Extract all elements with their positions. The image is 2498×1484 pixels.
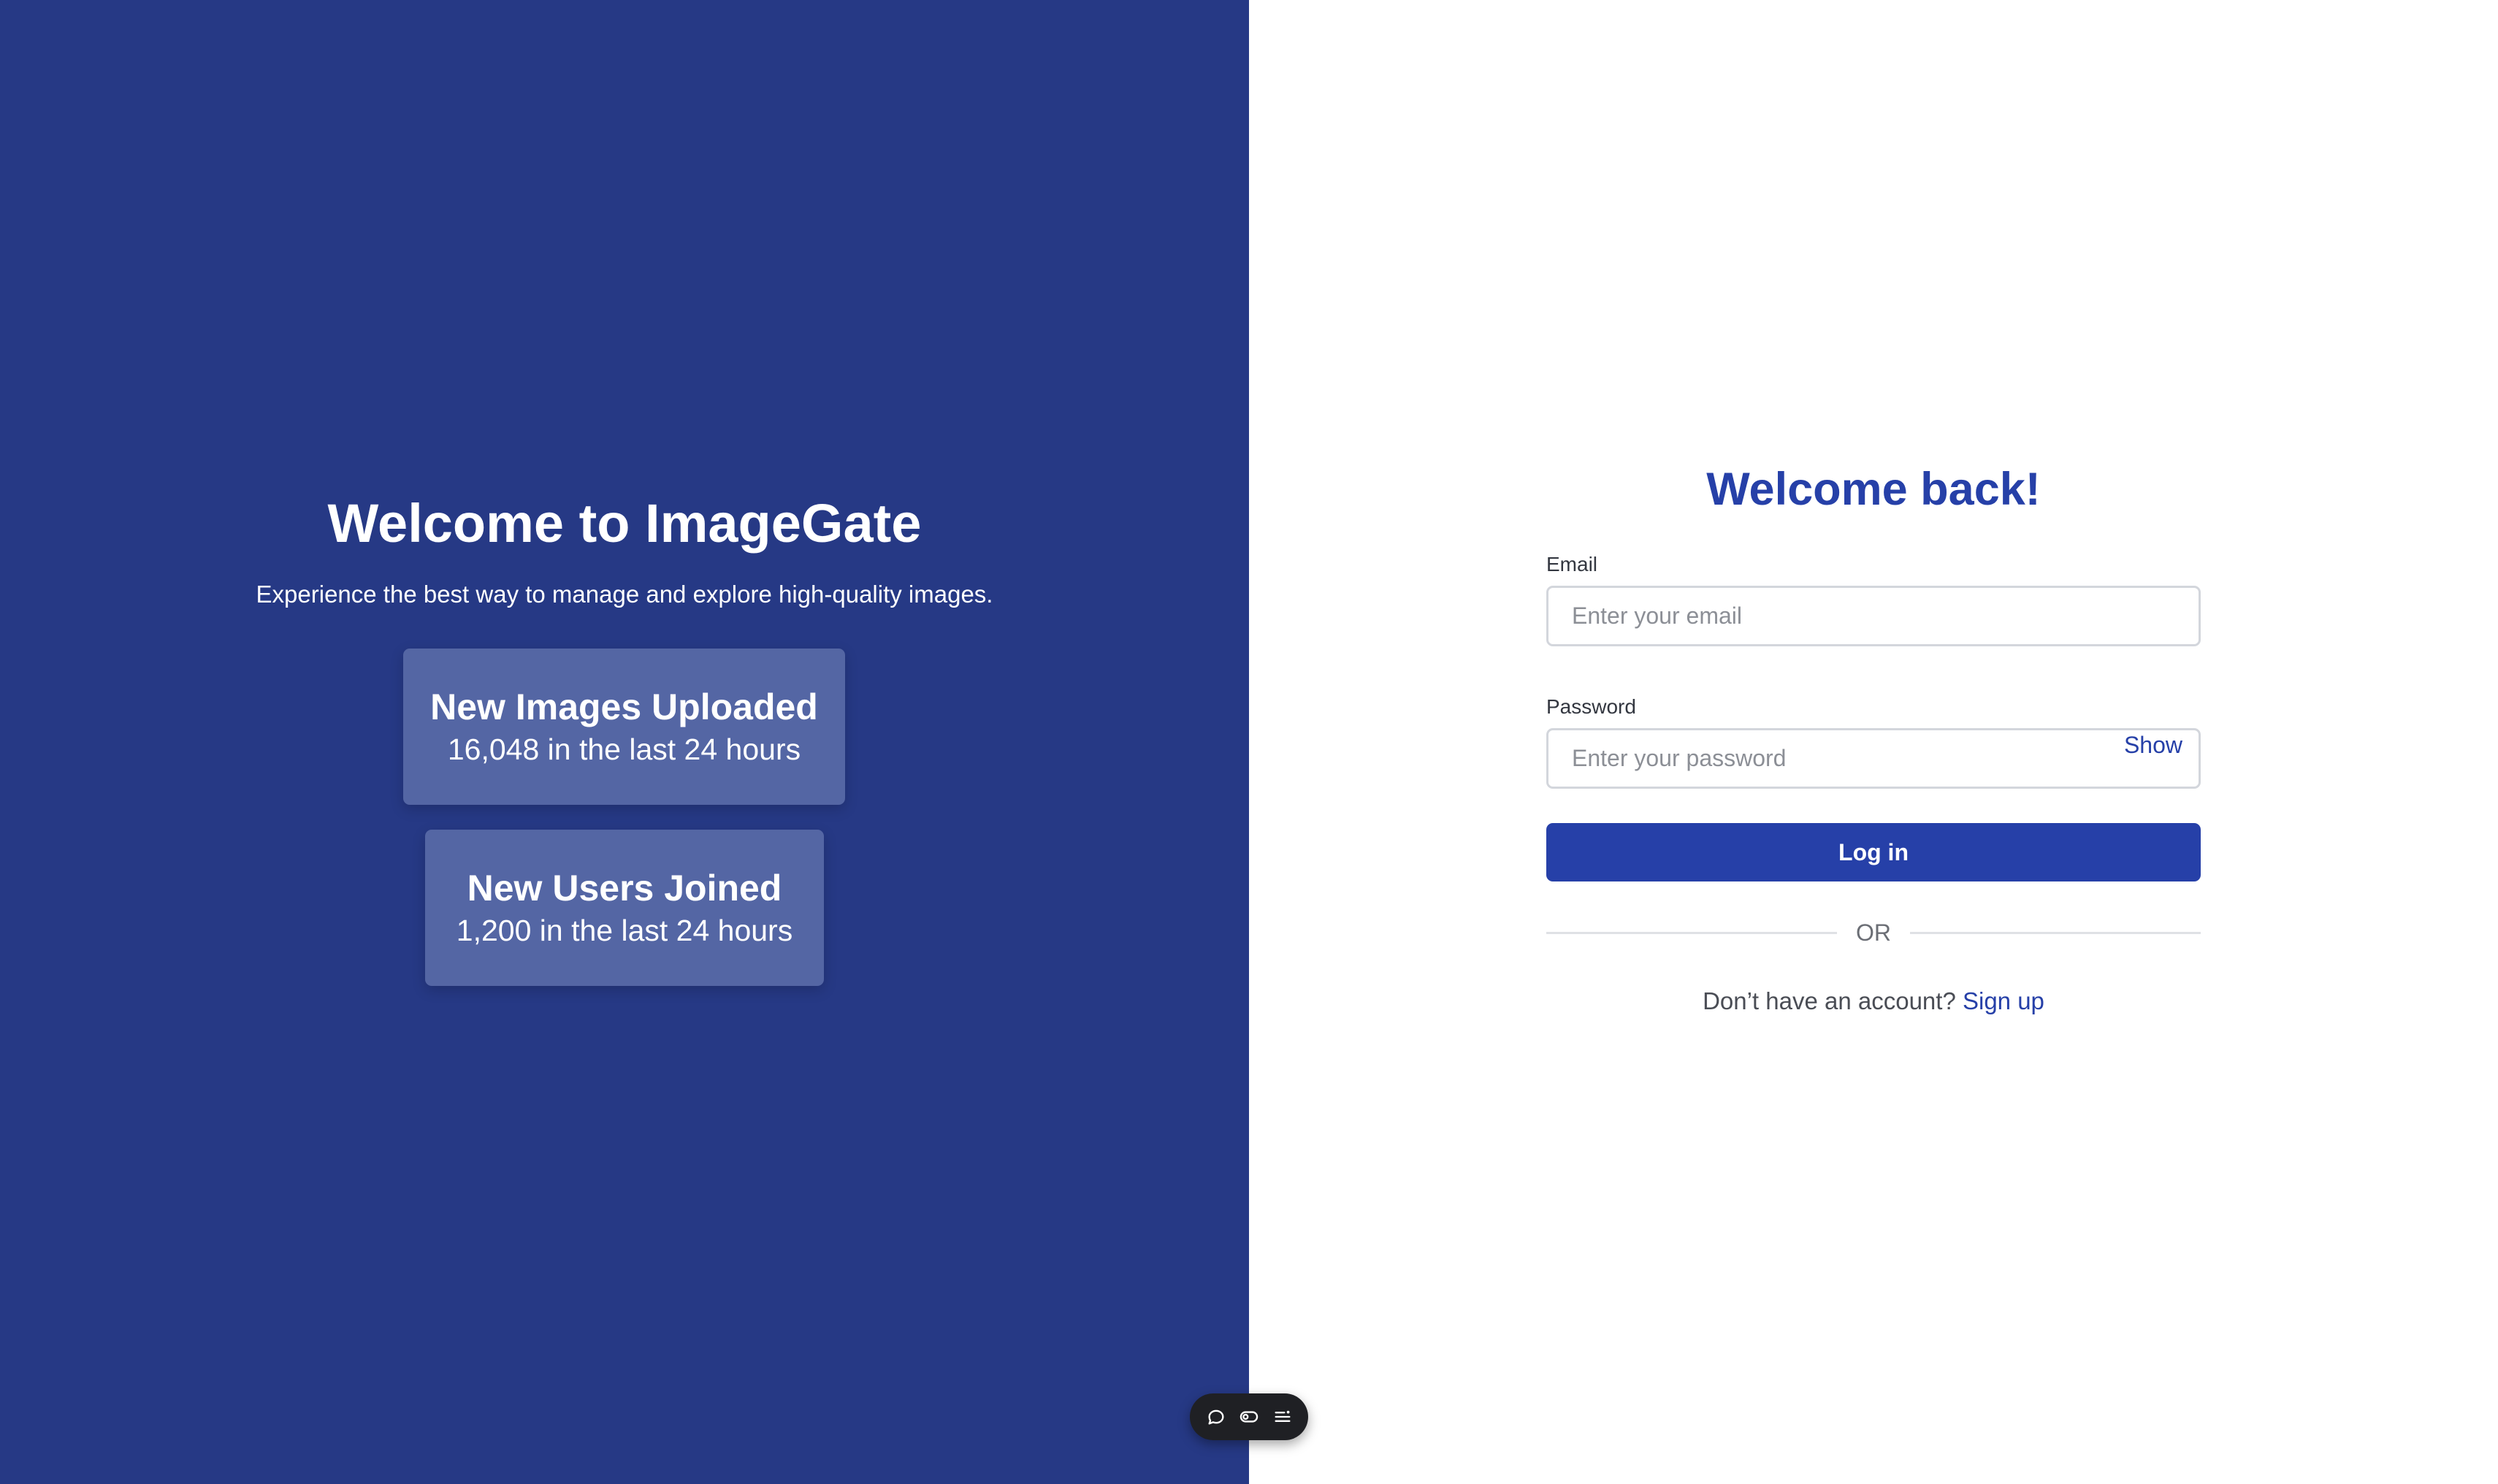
hero-subtitle: Experience the best way to manage and ex… xyxy=(256,581,993,608)
email-field[interactable] xyxy=(1548,588,2199,644)
stat-value: 16,048 in the last 24 hours xyxy=(447,733,801,766)
password-field-wrapper: Show xyxy=(1546,728,2201,789)
hero-title: Welcome to ImageGate xyxy=(327,493,922,554)
divider-line xyxy=(1546,931,1837,934)
signup-prompt-row: Don’t have an account? Sign up xyxy=(1546,985,2201,1017)
login-title: Welcome back! xyxy=(1706,464,2041,515)
stat-card-users: New Users Joined 1,200 in the last 24 ho… xyxy=(425,830,824,986)
email-field-wrapper xyxy=(1546,586,2201,646)
stat-card-images: New Images Uploaded 16,048 in the last 2… xyxy=(403,649,845,805)
login-button[interactable]: Log in xyxy=(1546,823,2201,881)
login-form: Welcome back! Email Password Show Log in… xyxy=(1546,460,2201,1017)
floating-toolbar xyxy=(1190,1393,1308,1440)
password-field[interactable] xyxy=(1548,730,2199,787)
signup-prompt: Don’t have an account? xyxy=(1703,987,1956,1014)
stat-title: New Images Uploaded xyxy=(430,686,818,727)
divider-line xyxy=(1910,931,2201,934)
promo-panel: Welcome to ImageGate Experience the best… xyxy=(0,0,1249,1484)
login-page: Welcome to ImageGate Experience the best… xyxy=(0,0,2498,1484)
stat-title: New Users Joined xyxy=(467,868,782,909)
password-label: Password xyxy=(1546,695,1636,718)
chat-icon[interactable] xyxy=(1202,1402,1231,1431)
stat-value: 1,200 in the last 24 hours xyxy=(456,914,793,947)
or-text: OR xyxy=(1856,919,1891,946)
show-password-toggle[interactable]: Show xyxy=(2124,730,2182,760)
toggle-icon[interactable] xyxy=(1234,1402,1264,1431)
email-label: Email xyxy=(1546,553,1598,575)
login-panel: Welcome back! Email Password Show Log in… xyxy=(1249,0,2498,1484)
or-divider: OR xyxy=(1546,918,2201,947)
signup-link[interactable]: Sign up xyxy=(1963,987,2044,1014)
menu-icon[interactable] xyxy=(1268,1402,1297,1431)
